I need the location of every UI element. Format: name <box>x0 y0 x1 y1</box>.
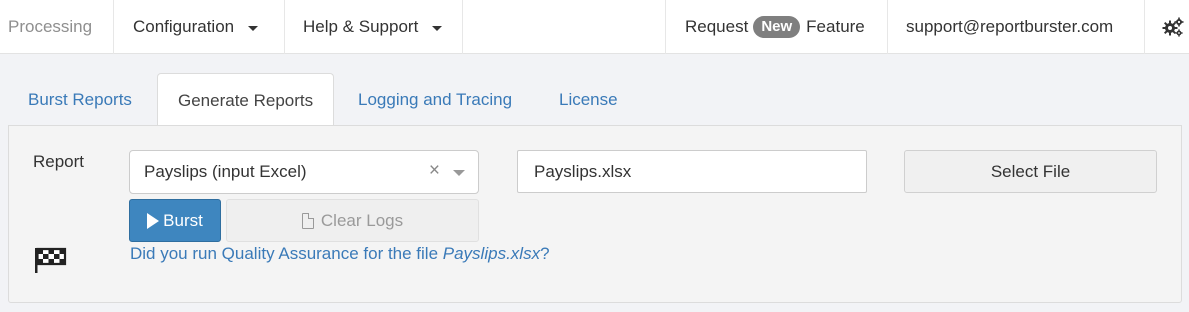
burst-label: Burst <box>163 210 203 230</box>
nav-divider <box>462 0 463 54</box>
nav-divider <box>887 0 888 54</box>
burst-button[interactable]: Burst <box>129 199 221 242</box>
report-label: Report <box>33 152 85 171</box>
file-icon <box>301 212 314 229</box>
nav-divider <box>665 0 666 54</box>
tab-label: Generate Reports <box>178 90 314 110</box>
tab-label: Burst Reports <box>28 89 132 109</box>
nav-divider <box>1144 0 1145 54</box>
nav-help-support[interactable]: Help & Support <box>303 0 443 54</box>
input-file-field[interactable] <box>517 150 867 193</box>
nav-processing-label: Processing <box>8 17 93 36</box>
tab-license[interactable]: License <box>539 73 638 126</box>
qa-suffix: ? <box>540 244 550 263</box>
support-email-label: support@reportburster.com <box>906 17 1114 36</box>
nav-support-email[interactable]: support@reportburster.com <box>906 0 1113 54</box>
nav-request-feature[interactable]: Request New Feature <box>685 0 865 54</box>
qa-prefix: Did you run Quality Assurance for the fi… <box>130 244 443 263</box>
play-icon <box>147 212 160 229</box>
tab-label: Logging and Tracing <box>358 89 513 109</box>
nav-divider <box>284 0 285 54</box>
feature-label: Feature <box>806 17 865 36</box>
nav-divider <box>113 0 114 54</box>
nav-configuration-label: Configuration <box>133 17 235 36</box>
clear-logs-label: Clear Logs <box>320 210 404 230</box>
clear-icon[interactable]: × <box>429 160 440 182</box>
nav-configuration[interactable]: Configuration <box>133 0 259 54</box>
tab-logging-and-tracing[interactable]: Logging and Tracing <box>338 73 532 126</box>
new-badge: New <box>753 16 801 38</box>
chevron-down-icon <box>248 25 259 31</box>
tab-label: License <box>559 89 618 109</box>
tab-burst-reports[interactable]: Burst Reports <box>8 73 152 126</box>
chevron-down-icon <box>432 25 443 31</box>
qa-file-name: Payslips.xlsx <box>442 244 541 263</box>
clear-logs-button[interactable]: Clear Logs <box>226 199 479 242</box>
select-file-button[interactable]: Select File <box>904 150 1157 193</box>
tab-generate-reports[interactable]: Generate Reports <box>157 73 335 127</box>
top-navbar: Processing Configuration Help & Support … <box>0 0 1189 54</box>
select-file-label: Select File <box>990 161 1071 181</box>
request-label: Request <box>685 17 749 36</box>
report-select-value: Payslips (input Excel) <box>144 162 307 181</box>
checkered-flag-icon <box>35 247 67 273</box>
settings-button[interactable] <box>1162 0 1184 54</box>
gears-icon <box>1162 17 1184 37</box>
nav-processing[interactable]: Processing <box>8 0 92 54</box>
quality-assurance-link[interactable]: Did you run Quality Assurance for the fi… <box>130 244 550 264</box>
nav-help-support-label: Help & Support <box>303 17 419 36</box>
report-select[interactable]: Payslips (input Excel) × <box>129 150 479 194</box>
chevron-down-icon[interactable] <box>453 170 465 176</box>
